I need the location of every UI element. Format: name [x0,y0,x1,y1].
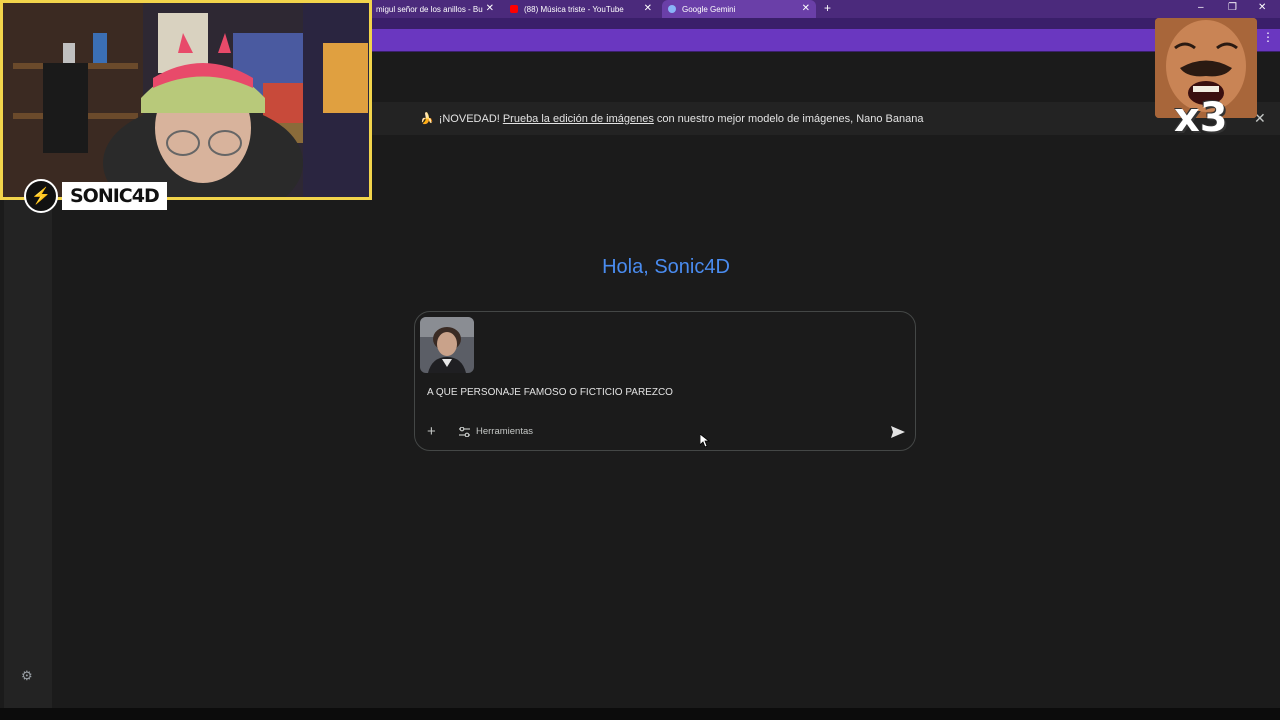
browser-menu-icon[interactable]: ⋮ [1262,30,1274,44]
tools-button[interactable]: Herramientas [459,426,533,437]
greeting-text: Hola, Sonic4D [602,256,730,278]
lightning-logo-icon: ⚡ [24,179,58,213]
send-icon[interactable] [889,423,907,441]
banner-prefix: ¡NOVEDAD! [438,112,500,125]
add-attachment-button[interactable]: + [427,423,436,440]
minimize-icon[interactable]: – [1198,2,1204,13]
attached-image-thumbnail[interactable] [420,317,474,373]
youtube-icon [510,5,518,13]
banana-icon: 🍌 [420,113,434,125]
taskbar-strip [0,708,1280,720]
banner-text: 🍌 ¡NOVEDAD! Prueba la edición de imágene… [420,102,924,135]
tab-youtube[interactable]: (88) Música triste - YouTube ✕ [504,0,658,18]
tools-label: Herramientas [476,426,534,437]
streamer-name: SONIC4D [62,182,167,210]
tools-sliders-icon [459,426,470,437]
tab-title: (88) Música triste - YouTube [524,4,624,14]
streamer-nameplate: ⚡ SONIC4D [24,179,167,213]
tab-title: migul señor de los anillos - Bu [376,4,483,14]
close-icon[interactable]: ✕ [486,3,494,15]
close-icon[interactable]: ✕ [802,3,810,15]
tab-lord-of-rings[interactable]: migul señor de los anillos - Bu ✕ [370,0,500,18]
greeting: Hola, Sonic4D [0,256,1280,279]
webcam-image [3,3,369,197]
restore-icon[interactable]: ❐ [1228,2,1237,13]
webcam-overlay [0,0,372,200]
prompt-text[interactable]: A QUE PERSONAJE FAMOSO O FICTICIO PAREZC… [427,387,673,398]
reaction-multiplier: x3 [1174,95,1228,141]
prompt-composer[interactable]: A QUE PERSONAJE FAMOSO O FICTICIO PAREZC… [414,311,916,451]
address-bar[interactable] [370,29,1280,51]
tab-google-gemini[interactable]: Google Gemini ✕ [662,0,816,18]
close-icon[interactable]: ✕ [644,3,652,15]
banner-suffix: con nuestro mejor modelo de imágenes, Na… [656,112,924,125]
mouse-cursor-icon [700,434,710,448]
new-tab-button[interactable]: + [824,1,831,15]
banner-link[interactable]: Prueba la edición de imágenes [503,113,654,125]
window-close-icon[interactable]: ✕ [1258,2,1266,13]
gemini-icon [668,5,676,13]
settings-gear-icon[interactable]: ⚙ [21,668,33,684]
tab-title: Google Gemini [682,4,736,14]
